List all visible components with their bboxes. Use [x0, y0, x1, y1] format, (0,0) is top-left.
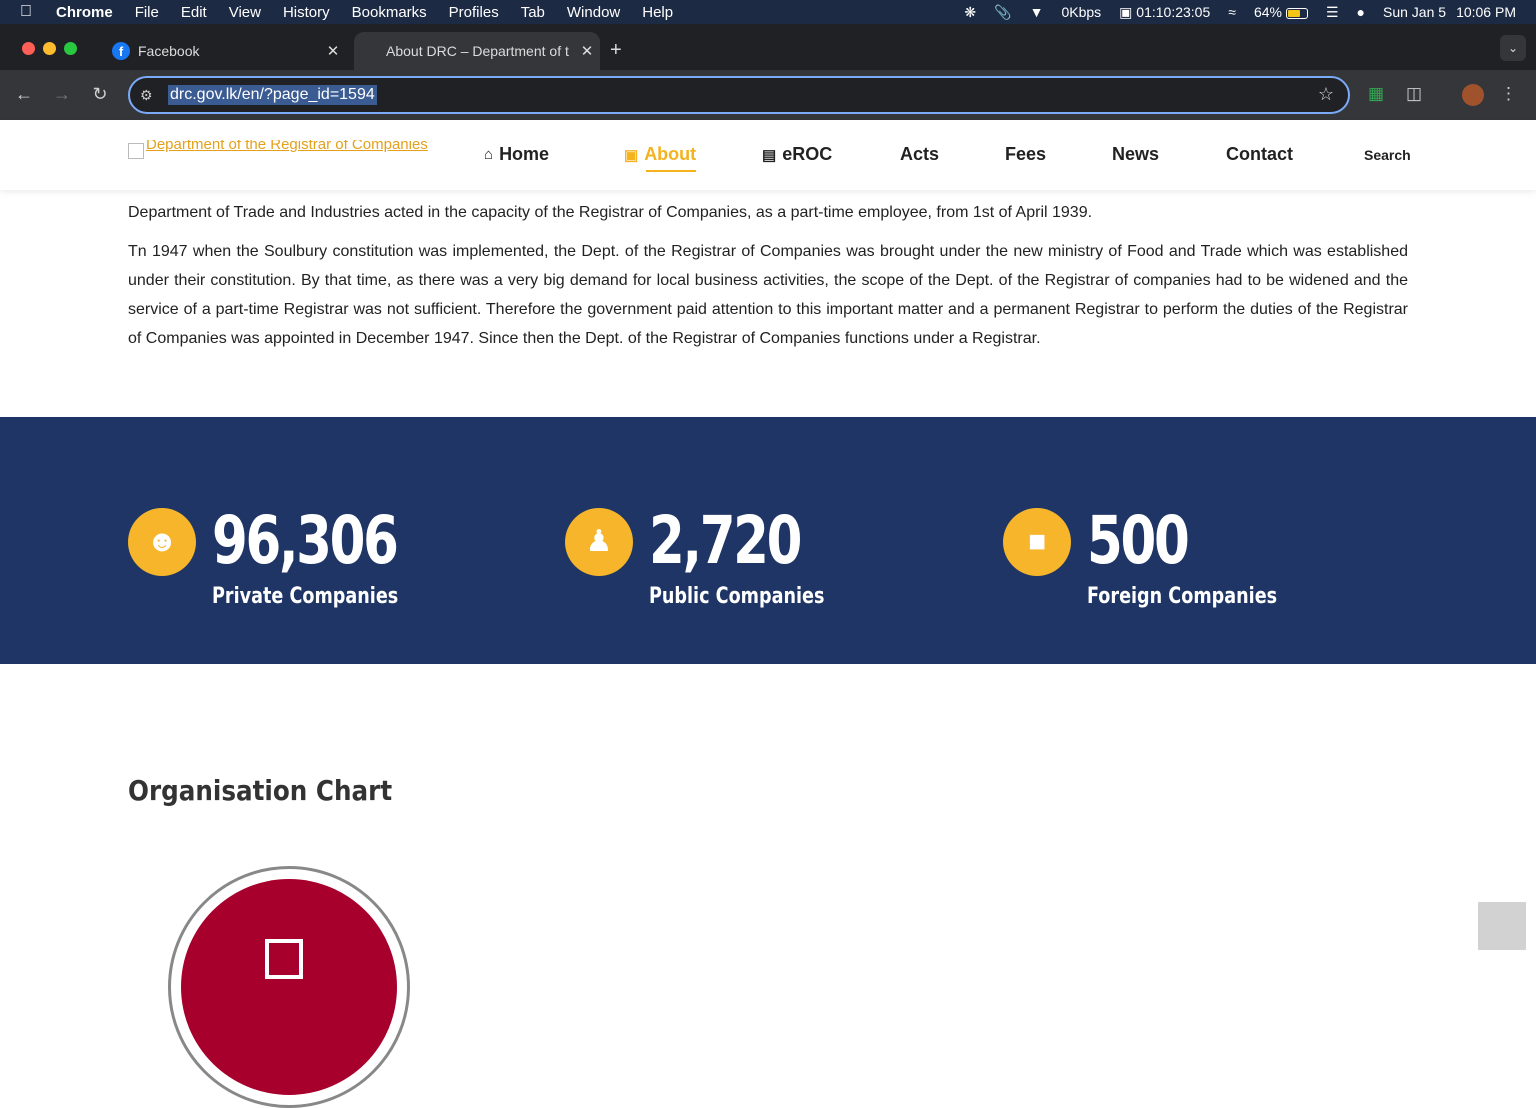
- menu-bookmarks[interactable]: Bookmarks: [352, 4, 427, 21]
- nav-news[interactable]: News: [1112, 144, 1159, 165]
- site-logo-link[interactable]: Department of the Registrar of Companies: [128, 140, 448, 162]
- close-window-button[interactable]: [22, 42, 35, 55]
- control-center-icon[interactable]: ☰: [1326, 4, 1339, 21]
- browser-tab-strip: f Facebook ✕ About DRC – Department of t…: [0, 24, 1536, 70]
- paperclip-icon[interactable]: 📎: [994, 4, 1011, 21]
- nav-search-button[interactable]: Search: [1364, 147, 1411, 163]
- facebook-favicon-icon: f: [112, 42, 130, 60]
- timer-value: 01:10:23:05: [1136, 3, 1211, 20]
- company-stats-band: ☻ 96,306 Private Companies ♟ 2,720 Publi…: [0, 417, 1536, 664]
- org-node-icon: [265, 939, 303, 979]
- nav-label: Home: [499, 144, 550, 164]
- nav-fees[interactable]: Fees: [1005, 144, 1046, 165]
- macos-menu-bar:  Chrome File Edit View History Bookmark…: [0, 0, 1536, 24]
- reload-icon[interactable]: ↻: [88, 84, 112, 105]
- new-tab-icon[interactable]: +: [610, 39, 622, 62]
- menu-profiles[interactable]: Profiles: [449, 4, 499, 21]
- zoom-window-button[interactable]: [64, 42, 77, 55]
- stat-label: Foreign Companies: [1087, 584, 1278, 609]
- menu-tab[interactable]: Tab: [521, 4, 545, 21]
- nav-label: eROC: [782, 144, 833, 164]
- nav-label: About: [644, 144, 697, 164]
- menu-file[interactable]: File: [135, 4, 159, 21]
- nav-acts[interactable]: Acts: [900, 144, 939, 165]
- nav-label: Fees: [1005, 144, 1047, 164]
- battery-status[interactable]: 64%: [1254, 4, 1308, 20]
- active-underline: [646, 170, 697, 172]
- menu-window[interactable]: Window: [567, 4, 620, 21]
- tab-facebook[interactable]: f Facebook ✕: [96, 32, 346, 70]
- siri-icon[interactable]: ●: [1357, 4, 1365, 20]
- forward-arrow-icon[interactable]: →: [50, 84, 74, 105]
- stat-value: 500: [1087, 502, 1190, 579]
- nav-label: Acts: [900, 144, 940, 164]
- logo-alt-text: Department of the Registrar of Companies: [146, 140, 428, 153]
- menu-history[interactable]: History: [283, 4, 330, 21]
- battery-icon: [1285, 7, 1308, 19]
- org-node-fill: [181, 879, 397, 1095]
- tab-title: About DRC – Department of t: [386, 43, 569, 59]
- more-menu-icon[interactable]: ⋮: [1500, 84, 1517, 104]
- broken-image-icon: [128, 143, 144, 159]
- menu-help[interactable]: Help: [642, 4, 673, 21]
- close-tab-icon[interactable]: ✕: [320, 42, 346, 60]
- network-speed[interactable]: 0Kbps: [1061, 4, 1101, 20]
- nav-label: Contact: [1226, 144, 1293, 164]
- wifi-icon[interactable]: ≈: [1228, 4, 1236, 20]
- site-info-icon[interactable]: ⚙: [140, 87, 160, 104]
- org-chart-title: Organisation Chart: [128, 774, 393, 807]
- url-text[interactable]: drc.gov.lk/en/?page_id=1594: [168, 85, 377, 105]
- stat-label: Public Companies: [649, 584, 825, 609]
- paragraph-history-1947: Tn 1947 when the Soulbury constitution w…: [128, 243, 1408, 347]
- stat-value: 96,306: [212, 502, 399, 579]
- bookmark-star-icon[interactable]: ☆: [1318, 84, 1334, 105]
- tab-title: Facebook: [138, 43, 200, 59]
- menu-edit[interactable]: Edit: [181, 4, 207, 21]
- stat-value: 2,720: [649, 502, 802, 579]
- stat-private-companies: ☻ 96,306 Private Companies: [128, 502, 448, 618]
- tab-search-chevron-icon[interactable]: ⌄: [1500, 35, 1526, 61]
- window-controls: [22, 42, 85, 55]
- menu-time[interactable]: 10:06 PM: [1456, 4, 1516, 20]
- back-arrow-icon[interactable]: ←: [12, 84, 36, 105]
- browser-toolbar: ← → ↻ ⚙ drc.gov.lk/en/?page_id=1594 ☆ ▦ …: [0, 70, 1536, 120]
- timer-display[interactable]: ▣ 01:10:23:05: [1119, 4, 1210, 21]
- extensions-puzzle-icon[interactable]: ◫: [1406, 84, 1422, 104]
- close-tab-icon[interactable]: ✕: [574, 42, 600, 60]
- nav-eroc[interactable]: ▤ eROC: [762, 144, 832, 165]
- nav-home[interactable]: ⌂ Home: [484, 144, 549, 165]
- stat-public-companies: ♟ 2,720 Public Companies: [565, 502, 885, 618]
- minimize-window-button[interactable]: [43, 42, 56, 55]
- scroll-to-top-button[interactable]: [1478, 902, 1526, 950]
- org-chart-node[interactable]: [168, 866, 410, 1108]
- home-icon: ⌂: [484, 146, 494, 163]
- users-icon: ☻: [128, 508, 196, 576]
- user-tie-icon: ♟: [565, 508, 633, 576]
- menu-date[interactable]: Sun Jan 5: [1383, 4, 1446, 20]
- apple-icon[interactable]: : [20, 3, 42, 21]
- briefcase-icon: ■: [1003, 508, 1071, 576]
- folder-icon: ▤: [762, 146, 777, 164]
- nav-label: News: [1112, 144, 1160, 164]
- stat-label: Private Companies: [212, 584, 399, 609]
- vpn-icon[interactable]: ▼: [1030, 4, 1044, 20]
- id-card-icon: ▣: [624, 146, 639, 164]
- address-bar[interactable]: ⚙ drc.gov.lk/en/?page_id=1594 ☆: [128, 76, 1350, 114]
- paragraph-history-1939: Department of Trade and Industries acted…: [128, 204, 1093, 221]
- profile-avatar[interactable]: [1462, 84, 1484, 106]
- tab-about-drc[interactable]: About DRC – Department of t ✕: [354, 32, 600, 70]
- nav-contact[interactable]: Contact: [1226, 144, 1293, 165]
- site-header: Department of the Registrar of Companies…: [0, 120, 1536, 190]
- about-content: Department of Trade and Industries acted…: [128, 198, 1408, 363]
- nav-about[interactable]: ▣ About: [624, 144, 697, 172]
- battery-percent: 64%: [1253, 4, 1282, 20]
- openai-icon[interactable]: ❋: [964, 4, 976, 21]
- menu-app-name[interactable]: Chrome: [56, 4, 113, 21]
- extension-sheets-icon[interactable]: ▦: [1368, 84, 1384, 104]
- stat-foreign-companies: ■ 500 Foreign Companies: [1003, 502, 1323, 618]
- menu-view[interactable]: View: [229, 4, 261, 21]
- menu-status-area: ❋ 📎 ▼ 0Kbps ▣ 01:10:23:05 ≈ 64% ☰ ● Sun …: [946, 0, 1516, 24]
